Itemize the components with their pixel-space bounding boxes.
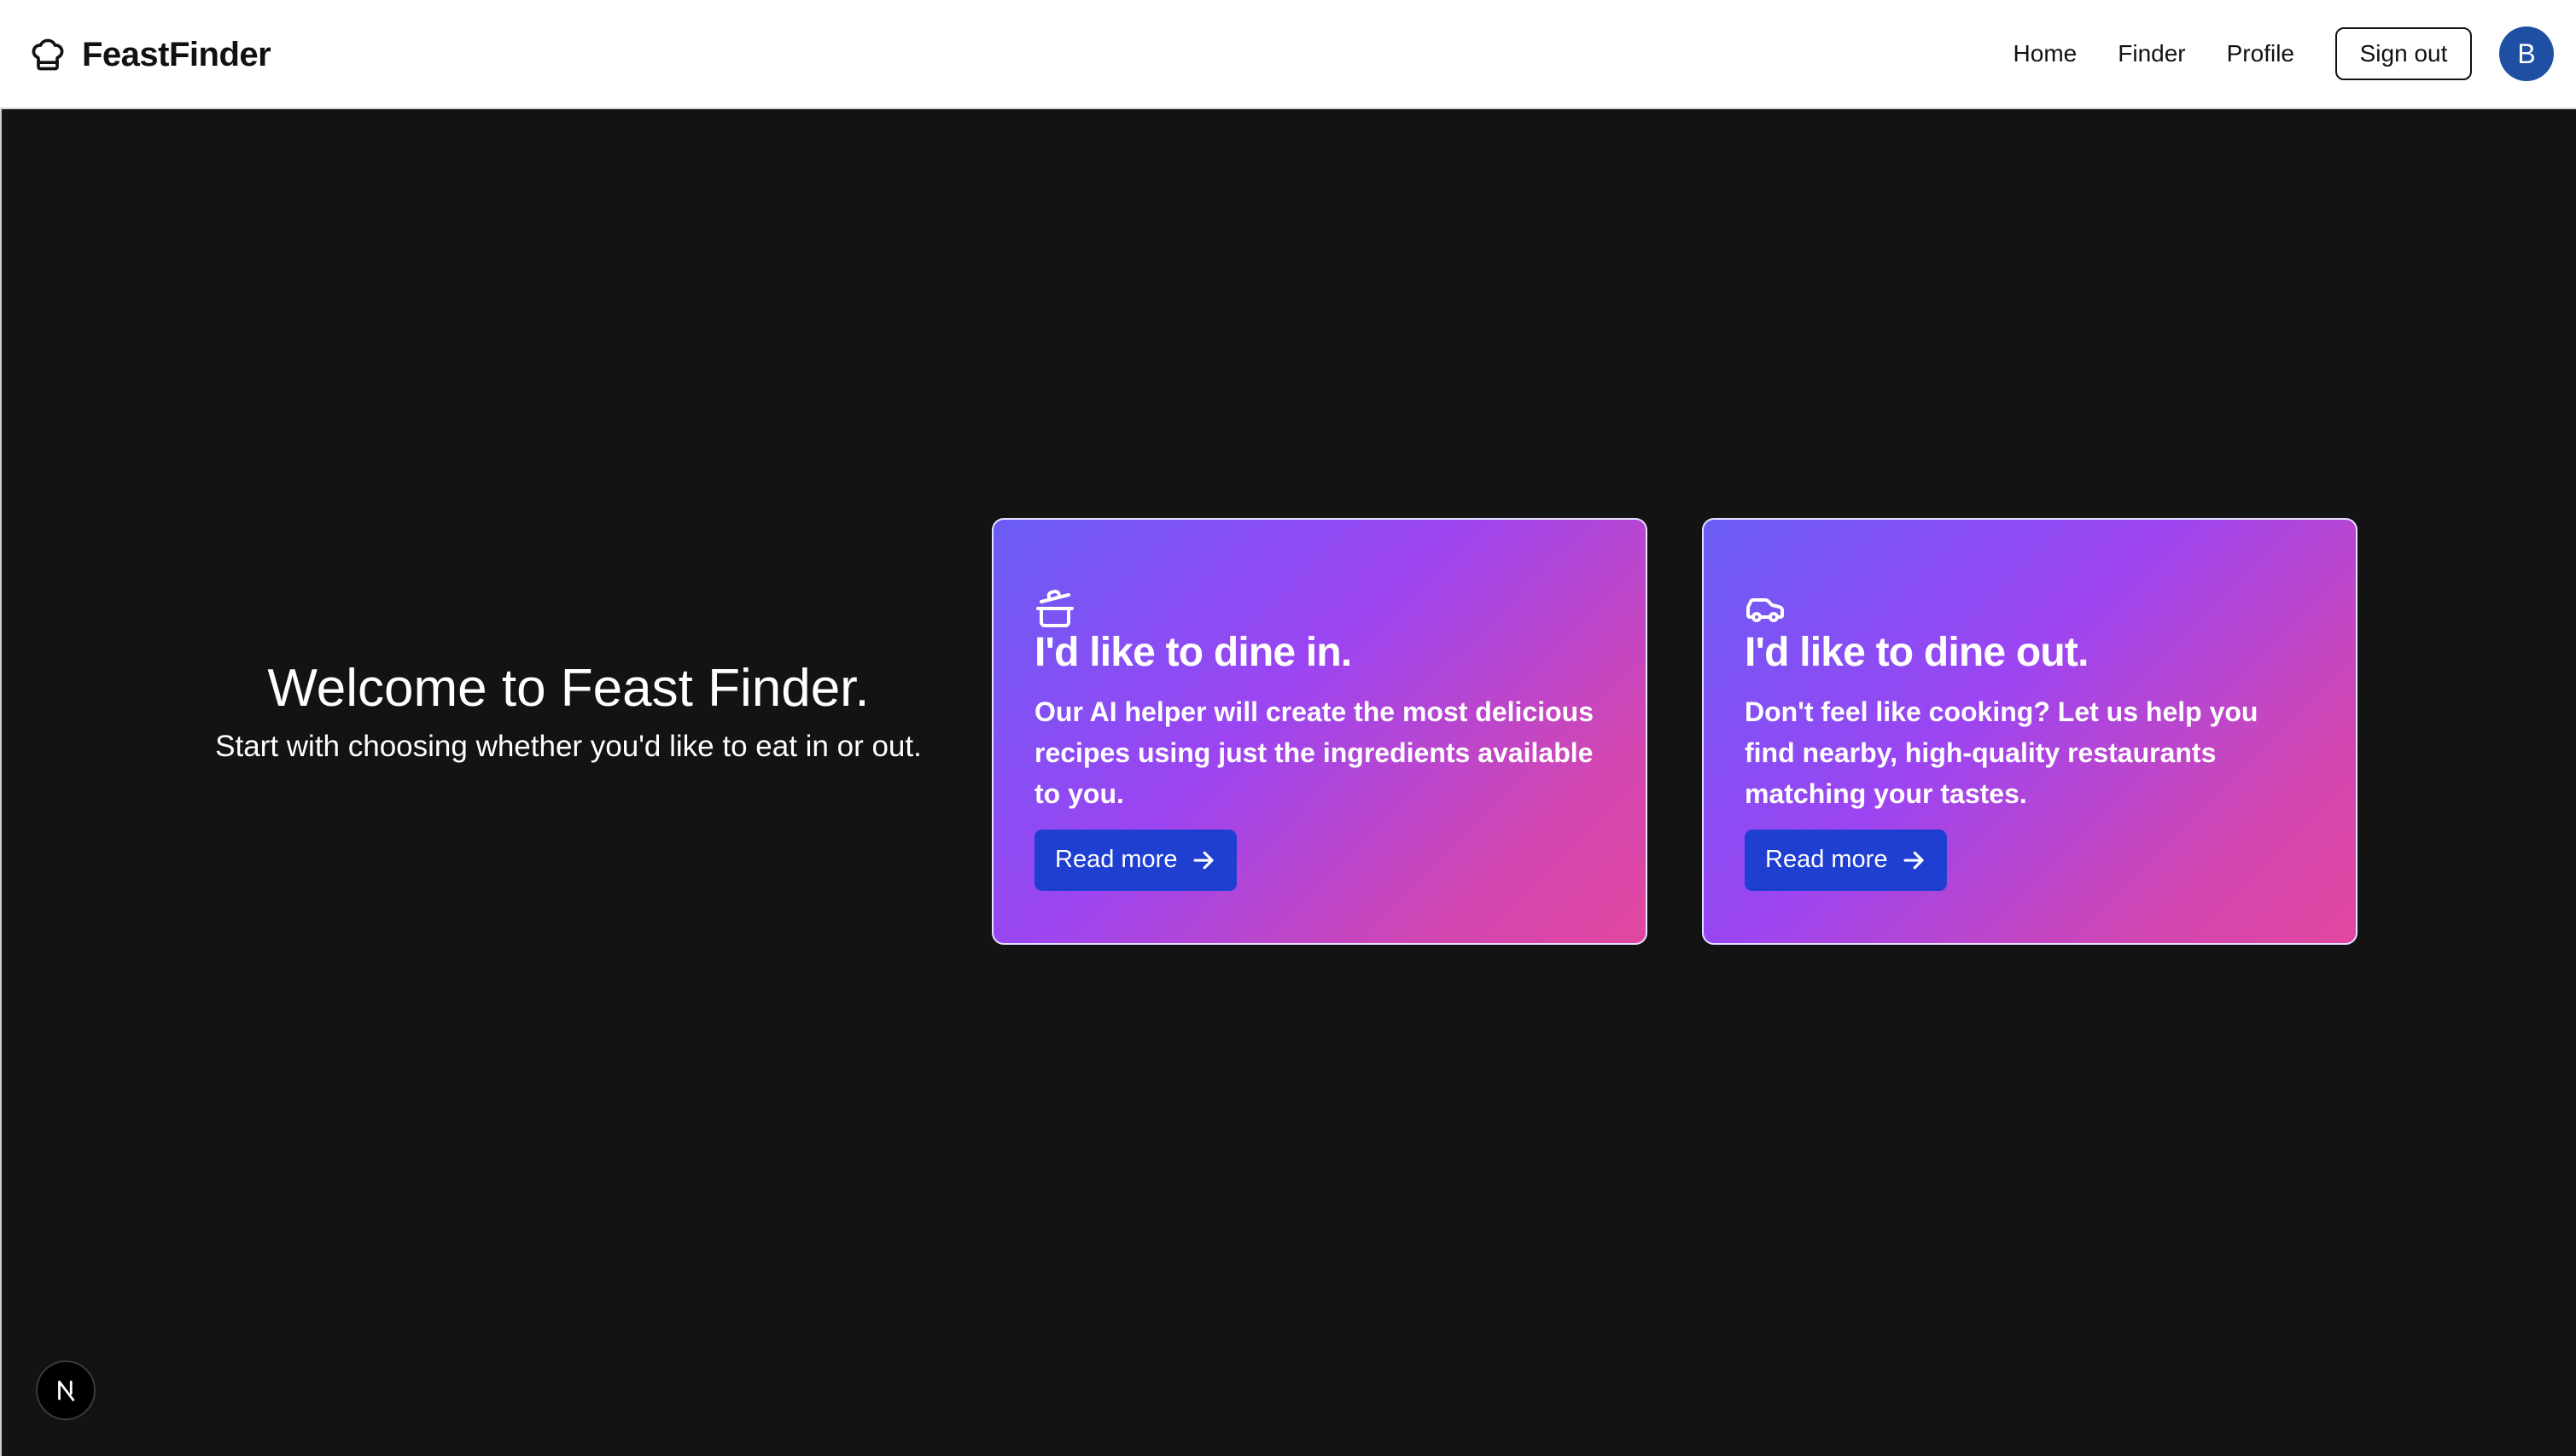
chef-hat-icon — [32, 38, 64, 71]
brand-name: FeastFinder — [82, 35, 271, 73]
dine-in-description: Our AI helper will create the most delic… — [1034, 696, 1594, 809]
dine-out-read-more-button[interactable]: Read more — [1745, 829, 1948, 891]
dine-out-description: Don't feel like cooking? Let us help you… — [1745, 696, 2258, 809]
arrow-right-icon — [1193, 851, 1215, 870]
nav-profile-link[interactable]: Profile — [2227, 40, 2294, 67]
dine-in-read-more-button[interactable]: Read more — [1034, 829, 1238, 891]
dine-in-card[interactable]: I'd like to dine in. Our AI helper will … — [992, 518, 1647, 945]
nextjs-dev-badge[interactable] — [36, 1360, 96, 1420]
arrow-right-icon — [1903, 851, 1925, 870]
read-more-label: Read more — [1055, 846, 1178, 874]
welcome-section: Welcome to Feast Finder. Start with choo… — [155, 655, 982, 766]
dine-out-title: I'd like to dine out. — [1745, 630, 2089, 675]
nav-finder-link[interactable]: Finder — [2118, 40, 2185, 67]
main-content: Welcome to Feast Finder. Start with choo… — [0, 109, 2576, 1456]
cooking-pot-icon — [1036, 590, 1074, 627]
welcome-subtitle: Start with choosing whether you'd like t… — [215, 729, 922, 763]
brand-logo[interactable]: FeastFinder — [29, 31, 271, 79]
nav-links: Home Finder Profile Sign out B — [2014, 26, 2554, 82]
welcome-title: Welcome to Feast Finder. — [267, 659, 870, 718]
car-icon — [1746, 598, 1784, 622]
dine-in-title: I'd like to dine in. — [1034, 630, 1352, 675]
sign-out-button[interactable]: Sign out — [2335, 27, 2472, 80]
nav-home-link[interactable]: Home — [2014, 40, 2078, 67]
read-more-label: Read more — [1765, 846, 1888, 874]
dine-out-card[interactable]: I'd like to dine out. Don't feel like co… — [1702, 518, 2357, 945]
nextjs-logo-icon — [58, 1380, 75, 1401]
top-navbar: FeastFinder Home Finder Profile Sign out… — [0, 0, 2576, 109]
user-avatar[interactable]: B — [2499, 26, 2554, 81]
